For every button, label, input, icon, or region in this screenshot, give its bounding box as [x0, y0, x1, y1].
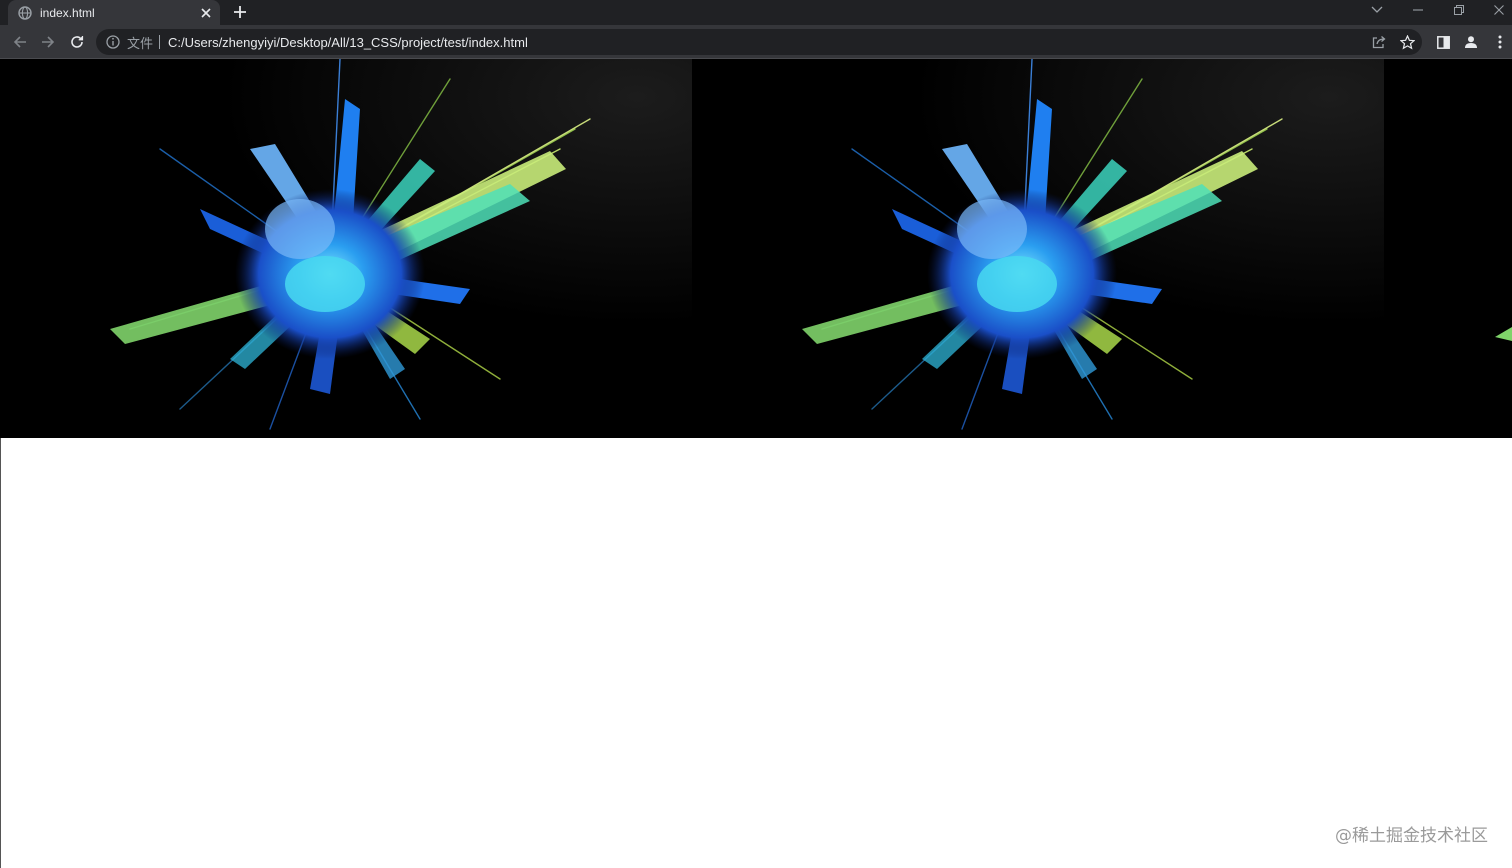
new-tab-button[interactable] [230, 2, 250, 22]
forward-button[interactable] [37, 31, 59, 53]
tab-strip: index.html [0, 0, 1512, 25]
background-banner [0, 59, 1512, 438]
reload-button[interactable] [66, 31, 88, 53]
person-icon [1465, 36, 1477, 48]
browser-toolbar: 文件 C:/Users/zhengyiyi/Desktop/All/13_CSS… [0, 25, 1512, 59]
tab-title: index.html [40, 5, 95, 20]
tab-search-button[interactable] [1364, 0, 1390, 20]
info-icon[interactable] [106, 35, 120, 49]
side-panel-icon [1436, 35, 1450, 49]
color-burst-image [0, 59, 1512, 438]
minimize-button[interactable] [1405, 0, 1431, 20]
globe-icon [18, 5, 32, 20]
close-window-icon [1494, 5, 1504, 15]
restore-icon [1454, 5, 1464, 15]
tab-index-html[interactable]: index.html [8, 0, 220, 25]
bookmark-button[interactable] [1398, 33, 1416, 51]
url-text[interactable]: C:/Users/zhengyiyi/Desktop/All/13_CSS/pr… [168, 35, 528, 50]
page-viewport: @稀土掘金技术社区 [0, 59, 1512, 868]
star-icon [1399, 34, 1415, 50]
scheme-label: 文件 [127, 35, 154, 51]
share-button[interactable] [1370, 33, 1388, 51]
page-left-edge [0, 438, 1, 868]
address-separator [159, 35, 161, 49]
minimize-icon [1413, 9, 1423, 11]
arrow-right-icon [42, 36, 55, 48]
profile-button[interactable] [1460, 31, 1482, 53]
address-bar[interactable]: 文件 C:/Users/zhengyiyi/Desktop/All/13_CSS… [96, 29, 1422, 55]
watermark-text: @稀土掘金技术社区 [1335, 826, 1488, 846]
menu-button[interactable] [1489, 31, 1511, 53]
close-icon[interactable] [196, 3, 216, 23]
back-button[interactable] [9, 31, 31, 53]
reload-icon [71, 36, 84, 48]
arrow-left-icon [13, 36, 26, 48]
restore-button[interactable] [1446, 0, 1472, 20]
more-vertical-icon [1498, 35, 1502, 49]
side-panel-button[interactable] [1432, 31, 1454, 53]
chevron-down-icon [1371, 6, 1383, 13]
plus-icon [234, 6, 246, 18]
close-window-button[interactable] [1486, 0, 1512, 20]
share-icon [1372, 36, 1386, 49]
